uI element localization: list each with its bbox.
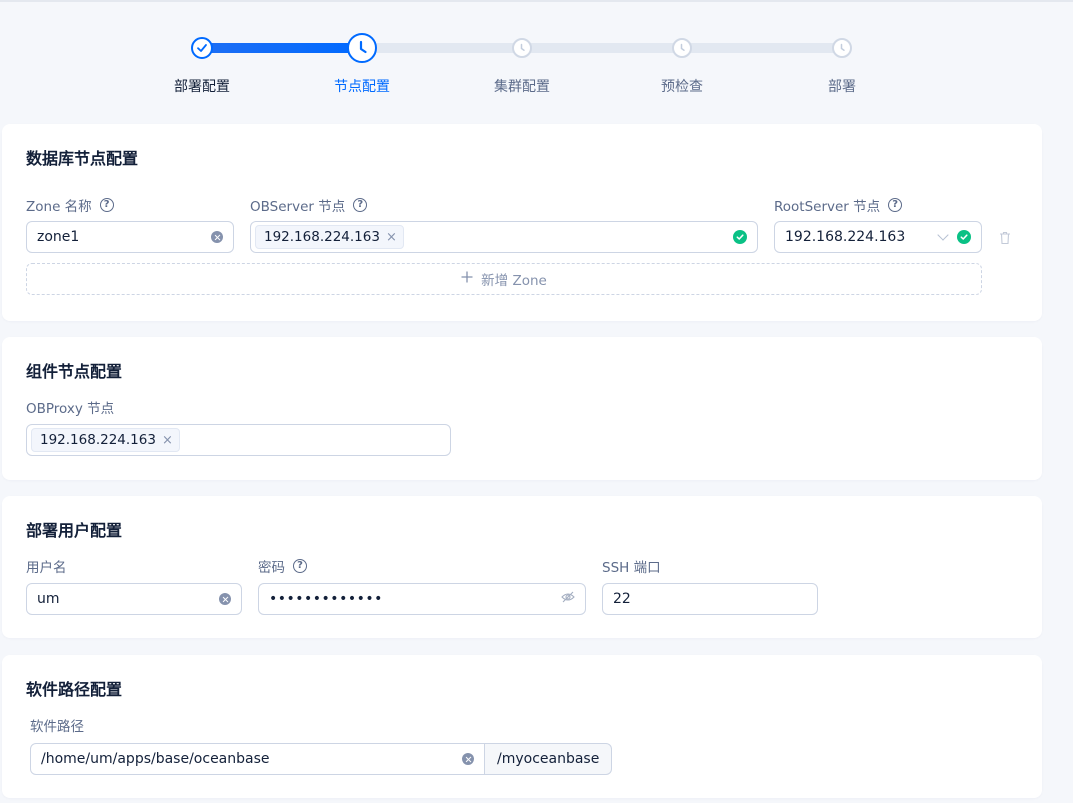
software-path-input[interactable]: /home/um/apps/base/oceanbase (30, 743, 485, 775)
steps-progress-fill (202, 43, 362, 53)
check-circle-icon (733, 230, 747, 244)
help-icon[interactable]: ? (888, 198, 903, 212)
observer-select[interactable]: 192.168.224.163 × (250, 221, 758, 253)
chevron-down-icon (937, 229, 949, 241)
steps-progress: 部署配置 节点配置 集群配置 预检查 部署 (0, 30, 1073, 100)
component-nodes-title: 组件节点配置 (26, 362, 123, 381)
db-nodes-card: 数据库节点配置 Zone 名称 ? OBServer 节点 ? RootServ… (2, 124, 1042, 321)
step-label-node-config: 节点配置 (334, 79, 390, 95)
help-icon[interactable]: ? (99, 198, 114, 212)
top-divider (0, 0, 1073, 2)
password-input[interactable]: ••••••••••••• (258, 583, 586, 615)
deploy-user-title: 部署用户配置 (26, 521, 123, 540)
username-input[interactable]: um (26, 583, 242, 615)
step-4-clock-icon (672, 38, 692, 58)
component-nodes-card: 组件节点配置 OBProxy 节点 192.168.224.163 × (2, 337, 1042, 480)
zone-name-input[interactable]: zone1 (26, 221, 234, 253)
observer-label: OBServer 节点 ? (250, 195, 368, 215)
obproxy-label: OBProxy 节点 (26, 401, 115, 417)
step-label-precheck: 预检查 (661, 79, 703, 95)
step-label-deploy-config: 部署配置 (174, 79, 230, 95)
clear-icon[interactable] (219, 593, 231, 605)
step-label-deploy: 部署 (828, 79, 856, 95)
eye-invisible-icon[interactable] (561, 591, 575, 607)
db-nodes-title: 数据库节点配置 (26, 149, 139, 168)
add-zone-button[interactable]: 新增 Zone (26, 263, 982, 295)
step-2-clock-icon (347, 33, 377, 63)
clear-icon[interactable] (462, 753, 474, 765)
software-path-suffix: /myoceanbase (485, 743, 613, 775)
software-path-title: 软件路径配置 (26, 680, 123, 699)
step-3-clock-icon (512, 38, 532, 58)
deploy-user-card: 部署用户配置 用户名 密码 ? SSH 端口 um ••••••••••••• … (2, 496, 1042, 638)
obproxy-tag: 192.168.224.163 × (31, 428, 180, 452)
plus-icon (461, 271, 473, 287)
help-icon[interactable]: ? (353, 198, 368, 212)
zone-name-label: Zone 名称 ? (26, 195, 114, 215)
help-icon[interactable]: ? (293, 559, 307, 573)
obproxy-select[interactable]: 192.168.224.163 × (26, 424, 451, 456)
step-1-check-icon (191, 37, 213, 59)
remove-tag-icon[interactable]: × (162, 433, 173, 448)
rootserver-select[interactable]: 192.168.224.163 (774, 221, 982, 253)
delete-icon[interactable] (999, 230, 1011, 249)
step-5-clock-icon (832, 38, 852, 58)
ssh-port-input[interactable]: 22 (602, 583, 818, 615)
check-circle-icon (957, 230, 971, 244)
rootserver-label: RootServer 节点 ? (774, 195, 903, 215)
step-label-cluster-config: 集群配置 (494, 79, 550, 95)
software-path-card: 软件路径配置 软件路径 /home/um/apps/base/oceanbase… (2, 655, 1042, 798)
software-path-label: 软件路径 (30, 719, 84, 735)
observer-tag: 192.168.224.163 × (255, 225, 404, 249)
remove-tag-icon[interactable]: × (386, 230, 397, 245)
ssh-port-label: SSH 端口 (602, 560, 661, 576)
username-label: 用户名 (26, 560, 67, 576)
password-label: 密码 ? (258, 556, 307, 576)
clear-icon[interactable] (211, 231, 223, 243)
